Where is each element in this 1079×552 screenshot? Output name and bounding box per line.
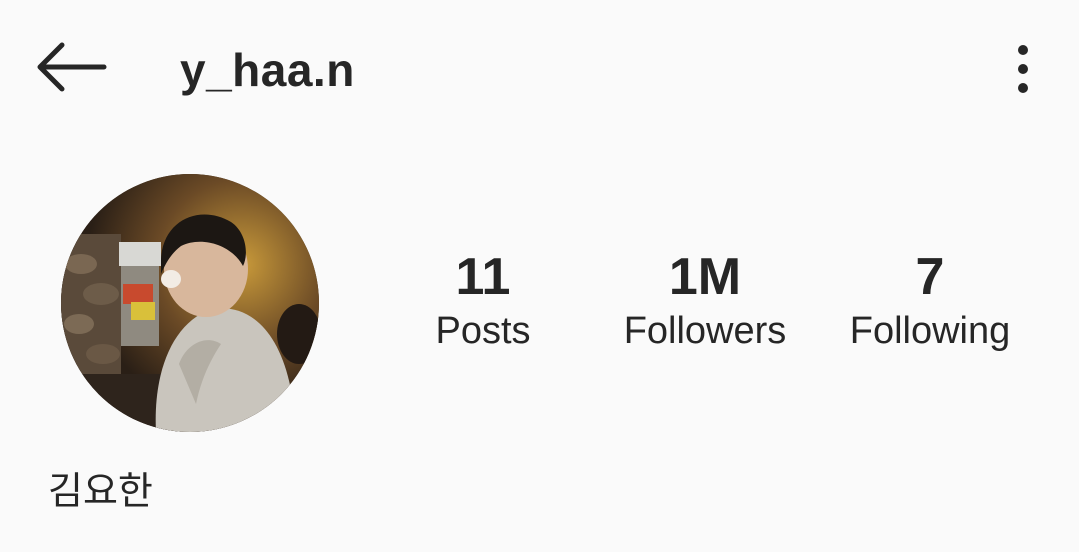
stat-followers[interactable]: 1M Followers bbox=[610, 246, 800, 354]
more-vertical-icon bbox=[1018, 45, 1028, 93]
stat-posts[interactable]: 11 Posts bbox=[420, 246, 546, 354]
profile-header: y_haa.n bbox=[0, 0, 1079, 140]
posts-label: Posts bbox=[435, 310, 531, 352]
arrow-left-icon bbox=[37, 42, 107, 92]
more-options-button[interactable] bbox=[1000, 36, 1046, 100]
back-button[interactable] bbox=[30, 35, 110, 99]
followers-label: Followers bbox=[623, 310, 787, 352]
posts-count: 11 bbox=[455, 248, 511, 306]
profile-photo bbox=[61, 174, 319, 432]
profile-screen: y_haa.n 11 Posts 1M Followers 7 Followin… bbox=[0, 0, 1079, 552]
following-label: Following bbox=[849, 310, 1011, 352]
profile-username: y_haa.n bbox=[180, 44, 355, 96]
profile-full-name: 김요한 bbox=[48, 469, 153, 513]
avatar[interactable] bbox=[61, 174, 319, 432]
following-count: 7 bbox=[915, 248, 945, 306]
stat-following[interactable]: 7 Following bbox=[835, 246, 1025, 354]
followers-count: 1M bbox=[668, 248, 742, 306]
profile-stats: 11 Posts 1M Followers 7 Following bbox=[400, 246, 1050, 376]
